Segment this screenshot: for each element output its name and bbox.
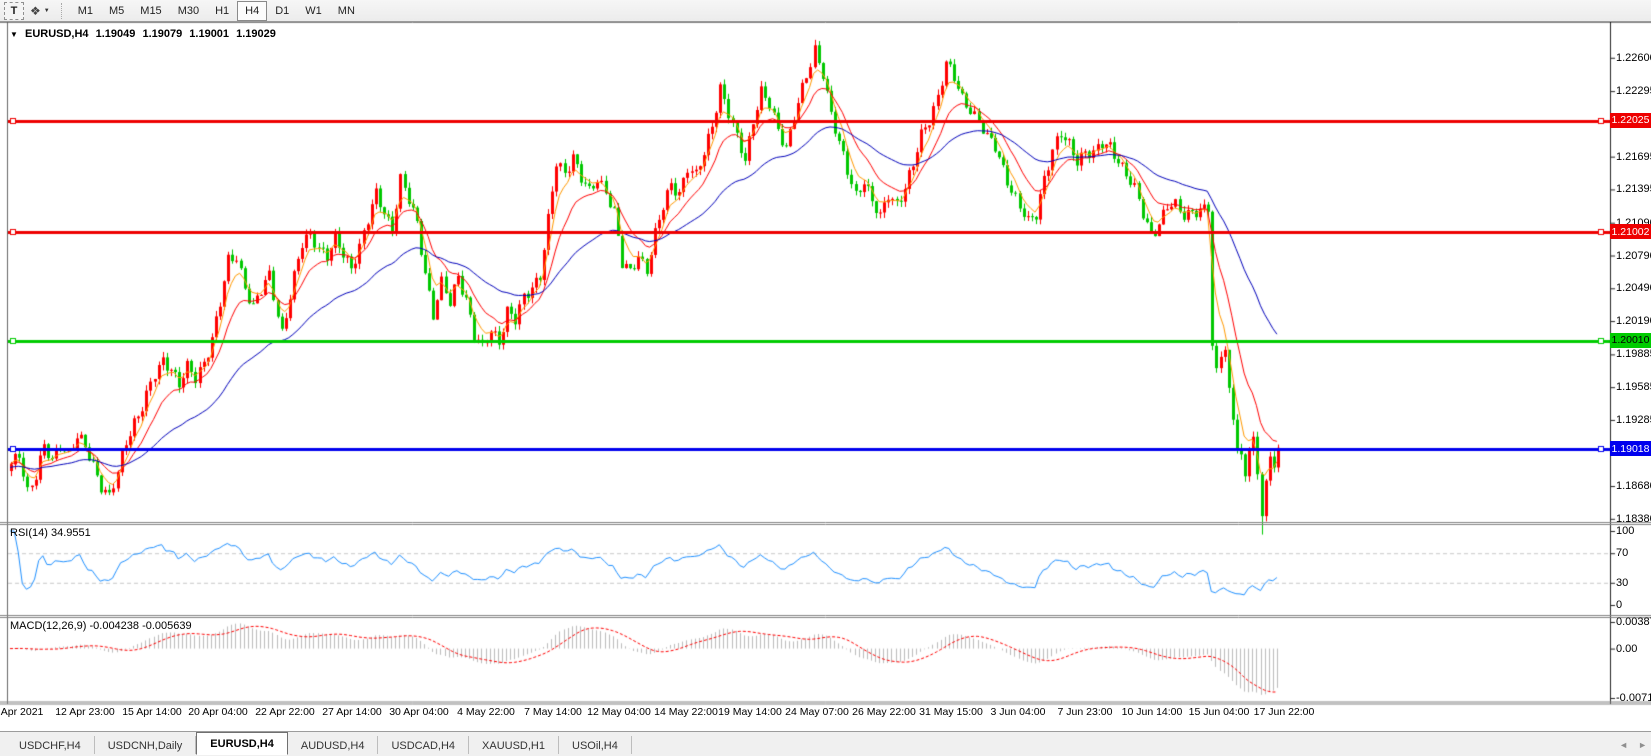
chart-symbol-label: EURUSD,H4: [25, 28, 89, 40]
text-tool-button[interactable]: T: [4, 2, 24, 20]
time-axis-label: 4 May 22:00: [457, 706, 515, 718]
time-axis-label: 15 Jun 04:00: [1189, 706, 1250, 718]
time-axis-label: 31 May 15:00: [919, 706, 983, 718]
chart-tab-audusd-h4[interactable]: AUDUSD,H4: [288, 736, 379, 754]
top-toolbar: T ❖ ▼ M1M5M15M30H1H4D1W1MN: [0, 0, 1651, 22]
timeframe-button-m15[interactable]: M15: [132, 1, 169, 21]
ohlc-open: 1.19049: [96, 28, 136, 40]
price-tick-label: 1.22600: [1616, 52, 1651, 64]
time-axis-label: 10 Jun 14:00: [1122, 706, 1183, 718]
timeframe-button-mn[interactable]: MN: [330, 1, 363, 21]
time-axis-label: 15 Apr 14:00: [122, 706, 182, 718]
price-line-badge: 1.20010: [1610, 333, 1651, 348]
chart-tab-usdcad-h4[interactable]: USDCAD,H4: [378, 736, 469, 754]
time-axis-label: 26 May 22:00: [852, 706, 916, 718]
time-axis-label: 8 Apr 2021: [0, 706, 43, 718]
timeframe-button-d1[interactable]: D1: [267, 1, 297, 21]
price-chart-canvas[interactable]: [0, 22, 1651, 731]
chart-window: ▼ EURUSD,H4 1.19049 1.19079 1.19001 1.19…: [0, 22, 1651, 731]
mt4-terminal: { "toolbar": { "text_tool": "T", "symbol…: [0, 0, 1651, 756]
timeframe-button-h1[interactable]: H1: [207, 1, 237, 21]
time-axis-label: 30 Apr 04:00: [389, 706, 449, 718]
chart-tab-usoil-h4[interactable]: USOil,H4: [559, 736, 632, 754]
time-axis-label: 3 Jun 04:00: [991, 706, 1046, 718]
timeframe-button-group: M1M5M15M30H1H4D1W1MN: [70, 1, 363, 21]
time-axis-label: 17 Jun 22:00: [1254, 706, 1315, 718]
rsi-scale-label: 30: [1616, 577, 1628, 589]
price-line-badge: 1.22025: [1610, 113, 1651, 128]
time-axis-label: 7 May 14:00: [524, 706, 582, 718]
price-tick-label: 1.20490: [1616, 282, 1651, 294]
price-tick-label: 1.21395: [1616, 183, 1651, 195]
chart-tab-usdcnh-daily[interactable]: USDCNH,Daily: [95, 736, 197, 754]
rsi-value: 34.9551: [51, 527, 91, 539]
time-axis-label: 19 May 14:00: [718, 706, 782, 718]
price-tick-label: 1.19885: [1616, 348, 1651, 360]
macd-indicator-label: MACD(12,26,9) -0.004238 -0.005639: [10, 620, 192, 632]
rsi-indicator-label: RSI(14) 34.9551: [10, 527, 91, 539]
macd-values: -0.004238 -0.005639: [89, 620, 191, 632]
chart-tab-xauusd-h1[interactable]: XAUUSD,H1: [469, 736, 559, 754]
price-tick-label: 1.21695: [1616, 151, 1651, 163]
ohlc-close: 1.19029: [236, 28, 276, 40]
macd-scale-label: -0.00719: [1616, 692, 1651, 704]
time-axis-label: 20 Apr 04:00: [188, 706, 248, 718]
time-axis-label: 7 Jun 23:00: [1058, 706, 1113, 718]
tab-scroll-left-icon[interactable]: ◄: [1619, 740, 1628, 750]
price-line-badge: 1.21002: [1610, 224, 1651, 239]
rsi-name: RSI(14): [10, 527, 48, 539]
timeframe-button-m1[interactable]: M1: [70, 1, 101, 21]
time-axis-label: 27 Apr 14:00: [322, 706, 382, 718]
macd-scale-label: 0.00: [1616, 643, 1637, 655]
ohlc-high: 1.19079: [142, 28, 182, 40]
chart-title: ▼ EURUSD,H4 1.19049 1.19079 1.19001 1.19…: [10, 28, 280, 40]
symbols-dropdown-button[interactable]: ❖ ▼: [30, 5, 50, 17]
price-tick-label: 1.19585: [1616, 381, 1651, 393]
symbols-icon: ❖: [30, 5, 41, 17]
price-line-badge: 1.19018: [1610, 441, 1651, 456]
timeframe-button-m5[interactable]: M5: [101, 1, 132, 21]
time-axis-label: 24 May 07:00: [785, 706, 849, 718]
rsi-scale-label: 70: [1616, 547, 1628, 559]
chart-tab-eurusd-h4[interactable]: EURUSD,H4: [196, 732, 288, 755]
tab-scroll-buttons: ◄ ►: [1619, 740, 1647, 750]
macd-name: MACD(12,26,9): [10, 620, 86, 632]
timeframe-button-w1[interactable]: W1: [297, 1, 330, 21]
price-tick-label: 1.18680: [1616, 480, 1651, 492]
tab-scroll-right-icon[interactable]: ►: [1638, 740, 1647, 750]
chart-tab-usdchf-h4[interactable]: USDCHF,H4: [6, 736, 95, 754]
chevron-down-icon: ▼: [44, 8, 50, 14]
macd-scale-label: 0.003873: [1616, 616, 1651, 628]
timeframe-button-h4[interactable]: H4: [237, 1, 267, 21]
price-tick-label: 1.22295: [1616, 85, 1651, 97]
timeframe-button-m30[interactable]: M30: [170, 1, 207, 21]
price-tick-label: 1.20190: [1616, 315, 1651, 327]
time-axis-label: 12 May 04:00: [587, 706, 651, 718]
toolbar-separator: [61, 3, 63, 19]
price-tick-label: 1.20790: [1616, 250, 1651, 262]
rsi-scale-label: 100: [1616, 525, 1634, 537]
time-axis-label: 14 May 22:00: [654, 706, 718, 718]
ohlc-low: 1.19001: [189, 28, 229, 40]
price-tick-label: 1.18380: [1616, 513, 1651, 525]
rsi-scale-label: 0: [1616, 599, 1622, 611]
collapse-caret-icon[interactable]: ▼: [10, 30, 18, 39]
price-tick-label: 1.19285: [1616, 414, 1651, 426]
time-axis-label: 12 Apr 23:00: [55, 706, 115, 718]
time-axis-label: 22 Apr 22:00: [255, 706, 315, 718]
chart-tab-bar: USDCHF,H4USDCNH,DailyEURUSD,H4AUDUSD,H4U…: [0, 731, 1651, 756]
